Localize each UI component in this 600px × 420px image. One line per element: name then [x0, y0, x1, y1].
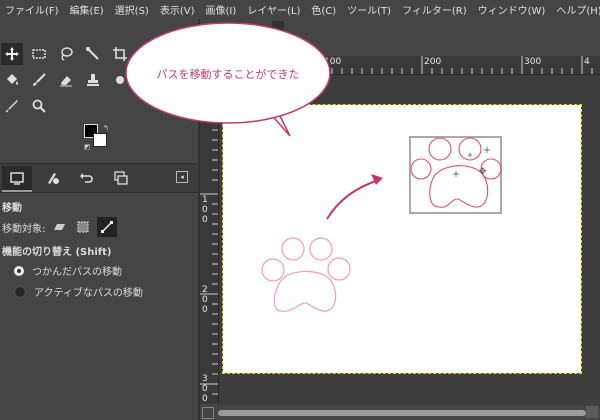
clone-icon — [87, 74, 99, 86]
eraser-tool-button[interactable] — [55, 69, 77, 91]
smudge-tool-button[interactable] — [109, 69, 131, 91]
dock-menu-icon[interactable]: ◂ — [176, 171, 188, 183]
tab-device-status[interactable] — [38, 166, 68, 190]
lasso-icon — [61, 47, 73, 61]
ruler-label-400: 4 — [584, 57, 590, 67]
images-tab-icon — [114, 171, 128, 185]
tool-options-title: 移動 — [2, 203, 22, 214]
ruler-label-100-c: 0 — [202, 215, 208, 225]
move-target-row: 移動対象: — [2, 217, 118, 237]
move-arrow-head — [371, 174, 383, 185]
layer-mode-icon — [54, 224, 66, 230]
paw-path-original — [261, 237, 351, 312]
menu-bar: ファイル(F) 編集(E) 選択(S) 表示(V) 画像(I) レイヤー(L) … — [0, 0, 600, 19]
menu-edit[interactable]: 編集(E) — [65, 2, 110, 17]
menu-file[interactable]: ファイル(F) — [0, 2, 65, 17]
bucket-fill-icon — [7, 74, 18, 85]
radio-label: つかんだパスの移動 — [32, 267, 122, 278]
ruler-label-100-b: 0 — [202, 205, 208, 215]
bucket-fill-tool-button[interactable] — [1, 69, 23, 91]
menu-tools[interactable]: ツール(T) — [342, 2, 397, 17]
move-cursor-icon: ✥ — [479, 167, 487, 177]
ruler-label-200-c: 0 — [202, 305, 208, 315]
tab-close-icon[interactable] — [272, 21, 284, 35]
navigate-icon[interactable] — [202, 407, 214, 419]
move-target-label: 移動対象: — [2, 223, 46, 235]
ruler-label-200: 200 — [424, 57, 442, 67]
menu-help[interactable]: ヘルプ(H) — [551, 2, 600, 17]
menu-colors[interactable]: 色(C) — [306, 2, 342, 17]
ruler-label-300-b: 0 — [202, 384, 208, 394]
scrollbar-thumb[interactable] — [218, 410, 586, 416]
background-color-swatch[interactable] — [93, 133, 107, 147]
vertical-ruler[interactable]: 1 0 0 2 0 0 3 0 0 — [200, 74, 219, 404]
ruler-label-100-a: 1 — [202, 195, 208, 205]
undo-history-tab-icon — [80, 173, 93, 183]
toggle-label: 機能の切り替え (Shift) — [2, 247, 112, 258]
clone-tool-button[interactable] — [82, 69, 104, 91]
canvas-overlay: ✥ — [261, 136, 502, 312]
swap-colors-icon[interactable]: ↰ — [103, 124, 109, 132]
move-target-path-button[interactable] — [97, 217, 118, 237]
reset-colors-icon[interactable]: ◩ — [84, 143, 91, 151]
rect-select-tool-button[interactable] — [28, 43, 50, 65]
menu-image[interactable]: 画像(I) — [201, 2, 243, 17]
path-mode-icon — [101, 221, 114, 233]
tool-options-tab-icon — [10, 172, 24, 185]
radio-label: アクティブなパスの移動 — [34, 288, 143, 299]
selection-mode-icon — [77, 221, 89, 233]
dock-tabs: ◂ — [0, 163, 198, 193]
tab-tool-options[interactable] — [2, 166, 32, 192]
fuzzy-select-tool-button[interactable] — [82, 43, 104, 65]
image-window-header — [200, 19, 600, 56]
callout-text: パスを移動することができた — [156, 68, 300, 81]
zoom-tool-button[interactable] — [28, 95, 50, 117]
tab-undo-history[interactable] — [72, 166, 102, 190]
move-target-selection-button[interactable] — [73, 217, 93, 237]
device-status-tab-icon — [48, 173, 59, 184]
crop-tool-button[interactable] — [109, 43, 131, 65]
eraser-icon — [60, 76, 72, 87]
menu-view[interactable]: 表示(V) — [155, 2, 201, 17]
ruler-label-300-c: 0 — [202, 394, 208, 404]
ruler-label-200-a: 2 — [202, 285, 208, 295]
vertical-ruler-ticks — [200, 79, 218, 395]
move-tool-button[interactable] — [1, 43, 23, 65]
menu-windows[interactable]: ウィンドウ(W) — [473, 2, 552, 17]
ruler-label-300: 300 — [524, 57, 542, 67]
radio-move-picked-path[interactable]: つかんだパスの移動 — [14, 263, 122, 278]
zoom-icon — [32, 99, 46, 113]
ruler-label-100: 100 — [324, 57, 342, 67]
paintbrush-tool-button[interactable] — [28, 69, 50, 91]
menu-filters[interactable]: フィルター(R) — [397, 2, 473, 17]
smudge-icon — [116, 76, 124, 84]
color-picker-tool-button[interactable] — [1, 95, 23, 117]
menu-select[interactable]: 選択(S) — [110, 2, 155, 17]
move-target-layer-button[interactable] — [49, 217, 69, 237]
canvas-viewport[interactable]: ✥ — [219, 75, 600, 405]
ruler-label-200-b: 0 — [202, 295, 208, 305]
tab-images[interactable] — [106, 166, 136, 190]
crop-icon — [113, 47, 127, 61]
lasso-tool-button[interactable] — [55, 43, 77, 65]
move-icon — [5, 47, 19, 61]
fuzzy-select-icon — [86, 47, 99, 60]
zoom-toggle-icon[interactable] — [586, 406, 598, 418]
ruler-label-300-a: 3 — [202, 374, 208, 384]
horizontal-scrollbar[interactable] — [200, 405, 600, 420]
color-picker-icon — [5, 100, 18, 113]
move-arrow — [326, 179, 380, 220]
paintbrush-icon — [33, 73, 46, 86]
radio-indicator-selected — [14, 265, 24, 276]
menu-layer[interactable]: レイヤー(L) — [242, 2, 306, 17]
rect-select-icon — [32, 49, 46, 59]
radio-move-active-path[interactable]: アクティブなパスの移動 — [14, 284, 143, 299]
radio-indicator-unselected — [14, 285, 26, 298]
